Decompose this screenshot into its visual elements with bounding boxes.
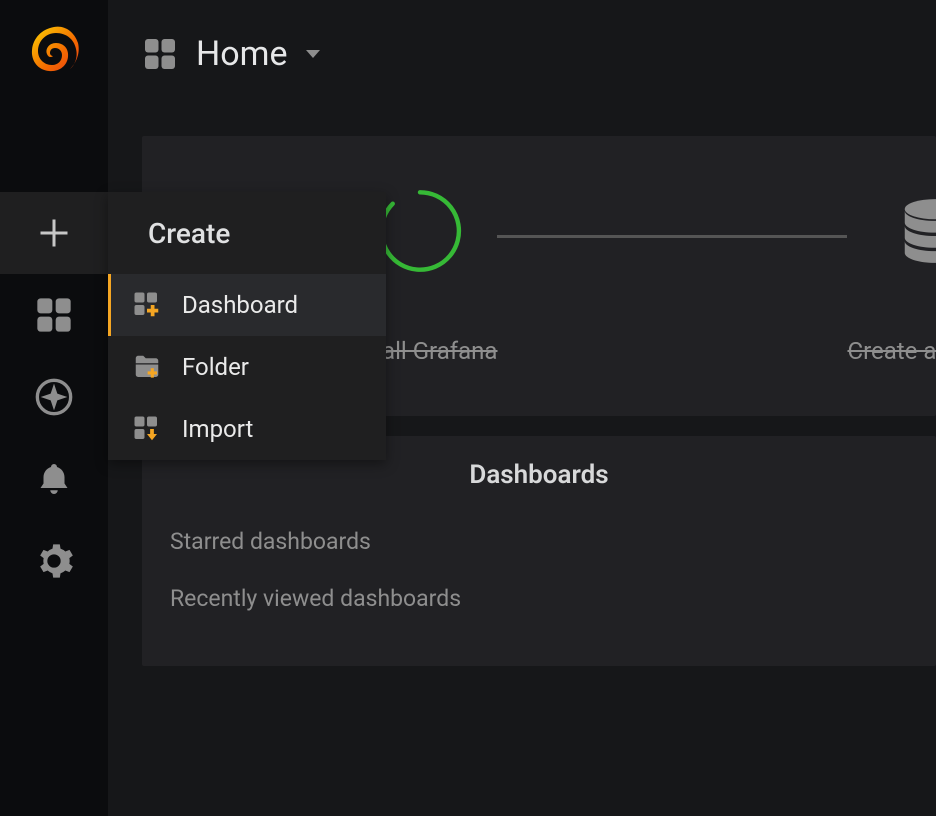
apps-grid-icon <box>142 36 178 72</box>
onboard-connector <box>497 235 847 238</box>
starred-dashboards-heading: Starred dashboards <box>170 528 908 555</box>
flyout-item-dashboard[interactable]: Dashboard <box>108 274 386 336</box>
chevron-down-icon <box>306 50 320 58</box>
flyout-item-label: Dashboard <box>182 291 298 319</box>
plus-icon <box>36 215 72 251</box>
flyout-item-folder[interactable]: Folder <box>108 336 386 398</box>
check-circle-icon <box>376 187 464 275</box>
onboard-label: Create a data so <box>847 337 936 365</box>
nav-create[interactable] <box>0 192 108 274</box>
sidebar <box>0 0 108 816</box>
flyout-item-label: Folder <box>182 353 249 381</box>
flyout-item-label: Import <box>182 415 253 443</box>
dashboard-add-icon <box>132 290 162 320</box>
compass-icon <box>34 377 74 417</box>
gear-icon <box>34 541 74 581</box>
database-icon <box>891 187 936 275</box>
apps-grid-icon <box>34 295 74 335</box>
dashboards-panel: Dashboards Starred dashboards Recently v… <box>142 436 936 666</box>
nav-explore[interactable] <box>0 356 108 438</box>
topbar: Home <box>108 0 936 108</box>
page-title: Home <box>196 34 288 74</box>
breadcrumb-home[interactable]: Home <box>142 34 320 74</box>
onboard-step-datasource[interactable]: Create a data so <box>847 187 936 365</box>
flyout-header: Create <box>108 192 386 274</box>
flyout-item-import[interactable]: Import <box>108 398 386 460</box>
nav-dashboards[interactable] <box>0 274 108 356</box>
folder-add-icon <box>132 352 162 382</box>
create-flyout: Create Dashboard Folder <box>108 192 386 460</box>
recent-dashboards-heading: Recently viewed dashboards <box>170 585 908 612</box>
nav-configuration[interactable] <box>0 520 108 602</box>
grafana-logo[interactable] <box>0 0 108 108</box>
import-icon <box>132 414 162 444</box>
nav-alerting[interactable] <box>0 438 108 520</box>
dashboards-title: Dashboards <box>170 460 908 490</box>
bell-icon <box>36 461 72 497</box>
